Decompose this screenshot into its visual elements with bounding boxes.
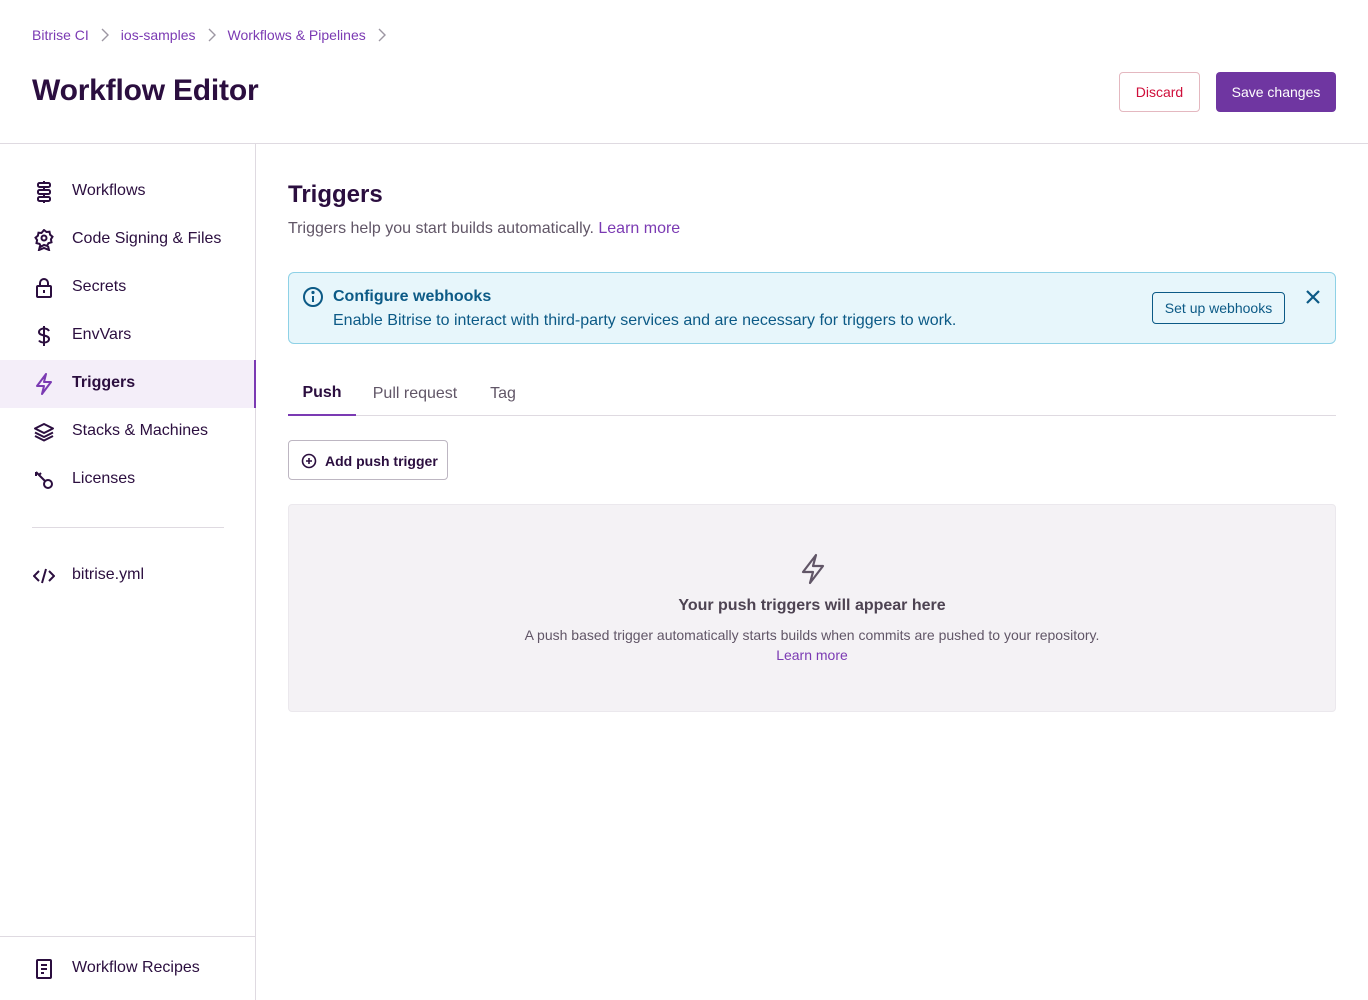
info-icon [302,286,324,308]
sidebar-item-code-signing[interactable]: Code Signing & Files [0,216,256,264]
webhooks-notice: Configure webhooks Enable Bitrise to int… [288,272,1336,344]
sidebar-divider [32,527,224,528]
add-push-trigger-label: Add push trigger [325,453,438,469]
breadcrumb-ios-samples[interactable]: ios-samples [121,27,196,43]
code-icon [32,564,56,588]
sidebar-item-label: Workflows [72,182,146,199]
sidebar-item-label: Code Signing & Files [72,230,222,247]
breadcrumb-workflows-pipelines[interactable]: Workflows & Pipelines [228,27,366,43]
notice-title: Configure webhooks [333,288,492,305]
sidebar-item-label: Secrets [72,278,127,295]
empty-state-text: A push based trigger automatically start… [524,627,1100,643]
tab-tag[interactable]: Tag [480,372,526,416]
key-icon [32,468,56,492]
description-text: Triggers help you start builds automatic… [288,220,594,237]
empty-state: Your push triggers will appear here A pu… [288,504,1336,712]
save-changes-button[interactable]: Save changes [1216,72,1336,112]
lock-icon [32,276,56,300]
sidebar-item-envvars[interactable]: EnvVars [0,312,256,360]
section-description: Triggers help you start builds automatic… [288,220,680,238]
sidebar-item-label: EnvVars [72,326,132,343]
sidebar-item-stacks-machines[interactable]: Stacks & Machines [0,408,256,456]
page-title: Workflow Editor [32,74,259,107]
breadcrumb: Bitrise CI ios-samples Workflows & Pipel… [32,27,398,43]
main-content: Triggers Triggers help you start builds … [288,144,1336,1000]
close-icon[interactable] [1303,287,1323,307]
chevron-right-icon [366,28,398,42]
badge-icon [32,228,56,252]
sidebar-item-label: Triggers [72,374,136,391]
sidebar-item-bitrise-yml[interactable]: bitrise.yml [0,552,256,600]
sidebar-item-label: bitrise.yml [72,566,145,583]
sidebar-item-label: Workflow Recipes [72,959,200,976]
plus-circle-icon [301,453,317,469]
page-header: Bitrise CI ios-samples Workflows & Pipel… [0,0,1368,144]
add-push-trigger-button[interactable]: Add push trigger [288,440,448,480]
tab-pull-request[interactable]: Pull request [364,372,466,416]
sidebar-item-workflows[interactable]: Workflows [0,168,256,216]
document-icon [32,957,56,981]
sidebar-item-secrets[interactable]: Secrets [0,264,256,312]
sidebar: Workflows Code Signing & Files Secrets E… [0,144,256,1000]
notice-text: Enable Bitrise to interact with third-pa… [333,312,957,329]
discard-button[interactable]: Discard [1119,72,1200,112]
sidebar-item-licenses[interactable]: Licenses [0,456,256,504]
dollar-icon [32,324,56,348]
section-title: Triggers [288,181,383,208]
trigger-tabs: Push Pull request Tag [288,372,1336,416]
chevron-right-icon [196,28,228,42]
sidebar-item-label: Licenses [72,470,136,487]
tab-push[interactable]: Push [288,372,356,416]
chevron-right-icon [89,28,121,42]
empty-state-title: Your push triggers will appear here [678,597,946,614]
sidebar-item-workflow-recipes[interactable]: Workflow Recipes [0,945,256,993]
learn-more-link[interactable]: Learn more [598,220,680,237]
layers-icon [32,420,56,444]
sidebar-item-label: Stacks & Machines [72,422,209,439]
empty-state-learn-more: Learn more [289,647,1335,663]
lightning-icon [799,553,827,585]
learn-more-link[interactable]: Learn more [776,647,848,663]
breadcrumb-bitrise-ci[interactable]: Bitrise CI [32,27,89,43]
workflows-icon [32,180,56,204]
set-up-webhooks-button[interactable]: Set up webhooks [1152,292,1285,324]
sidebar-footer: Workflow Recipes [0,936,256,1000]
sidebar-item-triggers[interactable]: Triggers [0,360,256,408]
lightning-icon [32,372,56,396]
